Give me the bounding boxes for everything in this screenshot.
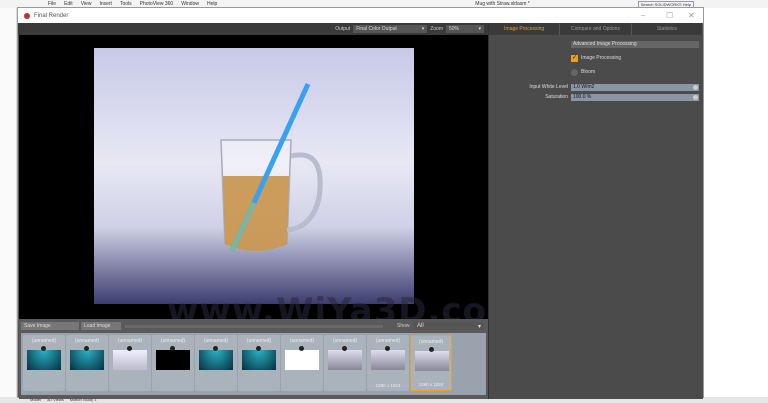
final-render-window: Final Render – ☐ ✕ Output Final Color Ou… bbox=[17, 7, 704, 399]
chevron-down-icon: ▾ bbox=[478, 26, 481, 32]
thumbnail[interactable]: (unnamed) bbox=[23, 335, 65, 391]
zoom-value: 50% bbox=[449, 26, 460, 32]
close-button[interactable]: ✕ bbox=[688, 11, 695, 20]
thumbnail-index-badge bbox=[41, 346, 46, 351]
app-icon bbox=[24, 12, 30, 19]
save-image-button[interactable]: Save Image bbox=[21, 322, 79, 330]
thumbnail-resolution: 1280 x 1024 bbox=[375, 383, 401, 388]
thumbnail-index-badge bbox=[127, 346, 132, 351]
render-toolbar: Output Final Color Output ▾ Zoom 50% ▾ bbox=[18, 23, 488, 35]
thumbnail[interactable]: (unnamed) bbox=[109, 335, 151, 391]
render-viewport[interactable]: www.WiYa3D.com bbox=[19, 35, 522, 331]
spinner-icon[interactable] bbox=[693, 84, 698, 90]
tab-image-processing[interactable]: Image Processing bbox=[489, 23, 561, 35]
title-bar: Final Render – ☐ ✕ bbox=[18, 8, 703, 23]
zoom-select[interactable]: 50% ▾ bbox=[446, 25, 484, 33]
thumbnail-name: (unnamed) bbox=[117, 338, 143, 344]
image-processing-checkbox[interactable]: ✓ bbox=[571, 54, 578, 62]
maximize-button[interactable]: ☐ bbox=[666, 11, 673, 20]
thumbnail-name: (unnamed) bbox=[418, 339, 444, 345]
output-label: Output bbox=[335, 26, 351, 32]
advanced-section-header[interactable]: Advanced Image Processing bbox=[571, 40, 699, 48]
output-select[interactable]: Final Color Output ▾ bbox=[353, 25, 428, 33]
thumbnail-name: (unnamed) bbox=[375, 338, 401, 344]
settings-panel: Image Processing Compare and Options Sta… bbox=[488, 23, 703, 399]
thumbnail-index-badge bbox=[342, 346, 347, 351]
chevron-down-icon: ▾ bbox=[477, 323, 481, 330]
thumbnail-name: (unnamed) bbox=[31, 338, 57, 344]
show-label: Show bbox=[397, 323, 410, 329]
window-title: Final Render bbox=[34, 12, 69, 19]
thumbnail-image bbox=[199, 350, 233, 370]
thumbnail-name: (unnamed) bbox=[203, 338, 229, 344]
thumbnail-index-badge bbox=[385, 346, 390, 351]
thumbnail-index-badge bbox=[256, 346, 261, 351]
thumbnail-image bbox=[415, 351, 449, 371]
image-processing-label: Image Processing bbox=[581, 55, 622, 61]
thumbnail-size-slider[interactable] bbox=[125, 325, 383, 328]
zoom-label: Zoom bbox=[430, 26, 443, 32]
show-select[interactable]: All ▾ bbox=[414, 322, 484, 330]
thumbnail[interactable]: (unnamed) bbox=[66, 335, 108, 391]
thumbnail-resolution: 1280 x 1024 bbox=[418, 382, 444, 387]
image-history-strip: Save Image Load Image Show All ▾ (unnamed… bbox=[19, 319, 488, 399]
bloom-label: Bloom bbox=[581, 69, 596, 75]
thumbnail[interactable]: (unnamed) bbox=[238, 335, 280, 391]
thumbnail[interactable]: (unnamed) bbox=[281, 335, 323, 391]
white-level-value: 1.0 W/m2 bbox=[573, 84, 595, 90]
thumbnail[interactable]: (unnamed) 1280 x 1024 bbox=[367, 335, 409, 391]
thumbnail-image bbox=[371, 350, 405, 370]
chevron-down-icon: ▾ bbox=[421, 26, 425, 32]
saturation-value: 100.0 % bbox=[573, 94, 592, 100]
saturation-input[interactable]: 100.0 % bbox=[571, 93, 699, 101]
thumbnail[interactable]: (unnamed) bbox=[324, 335, 366, 391]
thumbnail-name: (unnamed) bbox=[289, 338, 315, 344]
thumbnail[interactable]: (unnamed) bbox=[152, 335, 194, 391]
white-level-input[interactable]: 1.0 W/m2 bbox=[571, 83, 699, 91]
thumbnail[interactable]: (unnamed) bbox=[195, 335, 237, 391]
bloom-checkbox[interactable] bbox=[571, 68, 578, 76]
thumbnail-name: (unnamed) bbox=[246, 338, 272, 344]
output-value: Final Color Output bbox=[356, 26, 397, 32]
thumbnail-index-badge bbox=[170, 346, 175, 351]
show-value: All bbox=[417, 323, 424, 329]
thumbnail-index-badge bbox=[429, 347, 434, 352]
host-task-pane bbox=[704, 8, 768, 403]
thumbnail-name: (unnamed) bbox=[160, 338, 186, 344]
spinner-icon[interactable] bbox=[693, 94, 698, 100]
thumbnail-name: (unnamed) bbox=[332, 338, 358, 344]
thumbnail-image bbox=[113, 350, 147, 370]
thumbnail-list: (unnamed) (unnamed) (unnamed) (unnamed) … bbox=[21, 333, 486, 395]
thumbnail-index-badge bbox=[299, 346, 304, 351]
load-image-button[interactable]: Load Image bbox=[81, 322, 121, 330]
rendered-image bbox=[94, 48, 414, 304]
saturation-label: Saturation bbox=[545, 94, 568, 100]
thumbnail-index-badge bbox=[84, 346, 89, 351]
panel-tabs: Image Processing Compare and Options Sta… bbox=[489, 23, 703, 35]
tab-compare-options[interactable]: Compare and Options bbox=[560, 23, 632, 35]
thumbnail[interactable]: (unnamed) 1280 x 1024 bbox=[410, 335, 452, 391]
host-left-pane bbox=[0, 8, 17, 403]
thumbnail-image bbox=[285, 350, 319, 370]
tab-statistics[interactable]: Statistics bbox=[632, 23, 703, 35]
white-level-label: Input White Level bbox=[529, 84, 568, 90]
thumbnail-image bbox=[70, 350, 104, 370]
mug-render bbox=[220, 82, 323, 253]
thumbnail-image bbox=[328, 350, 362, 370]
thumbnail-image bbox=[156, 350, 190, 370]
thumbnail-index-badge bbox=[213, 346, 218, 351]
thumbnail-image bbox=[27, 350, 61, 370]
thumbnail-name: (unnamed) bbox=[74, 338, 100, 344]
thumbnail-image bbox=[242, 350, 276, 370]
minimize-button[interactable]: – bbox=[641, 11, 645, 20]
